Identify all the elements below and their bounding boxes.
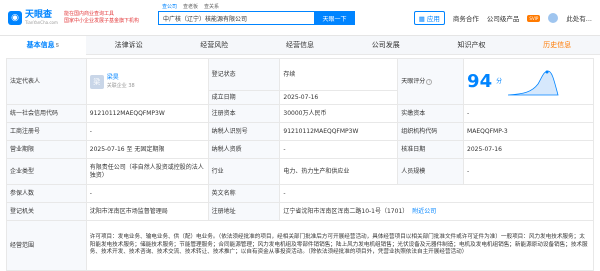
vip-badge[interactable]: SVIP — [527, 14, 541, 22]
nav-company-products[interactable]: 公司级产品 — [487, 13, 520, 23]
slogan-line1: 能在国内商业查询工具 — [64, 10, 115, 17]
tab-development[interactable]: 公司发展 — [343, 36, 429, 55]
search-tab-company[interactable]: 查公司 — [162, 3, 177, 10]
tab-label: 经营风险 — [200, 40, 229, 49]
search-button[interactable]: 天眼一下 — [314, 11, 355, 25]
staff-value: - — [463, 158, 594, 185]
tab-basic-info[interactable]: 基本信息5 — [0, 35, 86, 55]
search-tabs: 查公司 查老板 查关系 — [158, 3, 355, 10]
top-header: ◉ 天眼查 TianYanCha.com 能在国内商业查询工具 国家中小企业发展… — [0, 0, 600, 36]
founded-value: 2025-07-16 — [279, 90, 399, 105]
insured-value: - — [85, 184, 209, 203]
section-tabs: 基本信息5 法律诉讼 经营风险 经营信息 公司发展 知识产权 历史信息 — [0, 35, 600, 55]
app-label: 应用 — [426, 15, 440, 23]
tab-label: 法律诉讼 — [114, 40, 143, 49]
score-cell[interactable]: 94 分 — [463, 58, 594, 105]
score-label-cell: 天眼评分? — [397, 58, 465, 105]
score-unit: 分 — [496, 77, 503, 85]
org-code-value: MAEQQFMP-3 — [463, 122, 594, 141]
basic-info-table: 法定代表人 梁 梁昊 关联企业 38 登记状态 存续 天眼评分? 94 分 成立… — [6, 58, 595, 271]
taxpayer-quality-label: 纳税人资质 — [207, 140, 281, 159]
type-label: 企业类型 — [6, 158, 87, 185]
slogan: 能在国内商业查询工具 国家中小企业发展子基金旗下机构 — [64, 11, 152, 25]
legal-rep-avatar[interactable]: 梁 — [89, 74, 104, 89]
tab-operation[interactable]: 经营信息 — [257, 36, 343, 55]
address-cell: 辽宁省沈阳市浑南区浑南二路10-1号（1701） 附近公司 — [279, 202, 594, 221]
nearby-link[interactable]: 附近公司 — [412, 208, 436, 215]
search-input[interactable]: 中广核（辽宁）核能源有限公司 — [158, 11, 314, 25]
address-value: 辽宁省沈阳市浑南区浑南二路10-1号（1701） — [283, 207, 409, 215]
tab-label: 基本信息 — [26, 40, 55, 49]
approve-date-label: 核准日期 — [397, 140, 465, 159]
authority-value: 沈阳市浑南区市场监督管理局 — [85, 202, 209, 221]
taxpayer-id-label: 纳税人识别号 — [207, 122, 281, 141]
search-tab-boss[interactable]: 查老板 — [183, 3, 198, 10]
address-label: 注册地址 — [207, 202, 281, 221]
biz-reg-no-label: 工商注册号 — [6, 122, 87, 141]
english-name-value: - — [279, 184, 594, 203]
tab-legal[interactable]: 法律诉讼 — [86, 36, 172, 55]
tab-risk[interactable]: 经营风险 — [171, 36, 257, 55]
legal-rep-meta[interactable]: 关联企业 38 — [107, 82, 135, 90]
scope-value: 许可项目：发电业务、输电业务、供（配）电业务。（依法须经批准的项目，经相关部门批… — [85, 220, 595, 271]
english-name-label: 英文名称 — [207, 184, 281, 203]
credit-code-label: 统一社会信用代码 — [6, 104, 87, 123]
reg-capital-value: 30000万人民币 — [279, 104, 399, 123]
tab-label: 知识产权 — [457, 40, 486, 49]
biz-reg-no-value: - — [85, 122, 209, 141]
reg-capital-label: 注册资本 — [207, 104, 281, 123]
search-tab-relation[interactable]: 查关系 — [204, 3, 219, 10]
paid-capital-value: - — [463, 104, 594, 123]
logo[interactable]: ◉ 天眼查 TianYanCha.com — [8, 10, 60, 25]
search-area: 查公司 查老板 查关系 中广核（辽宁）核能源有限公司 天眼一下 — [158, 3, 355, 25]
tab-history[interactable]: 历史信息 — [514, 36, 600, 55]
tab-count: 5 — [55, 42, 60, 49]
user-avatar[interactable] — [548, 13, 559, 23]
industry-label: 行业 — [207, 158, 281, 185]
eye-logo-icon: ◉ — [8, 10, 22, 25]
reg-status-label: 登记状态 — [207, 58, 281, 91]
legal-rep-label: 法定代表人 — [6, 58, 87, 105]
paid-capital-label: 实缴资本 — [397, 104, 465, 123]
legal-rep-cell: 梁 梁昊 关联企业 38 — [85, 58, 209, 105]
org-code-label: 组织机构代码 — [397, 122, 465, 141]
score-label: 天眼评分 — [401, 77, 426, 85]
tab-ip[interactable]: 知识产权 — [429, 36, 515, 55]
score-value: 94 — [467, 70, 493, 92]
app-button[interactable]: ▦ 应用 — [413, 11, 445, 25]
tab-label: 经营信息 — [286, 40, 315, 49]
reg-status-value: 存续 — [279, 58, 399, 91]
help-icon[interactable]: ? — [426, 78, 433, 85]
type-value: 有限责任公司（非自然人投资或控股的法人独资） — [85, 158, 209, 185]
term-value: 2025-07-16 至 无固定期限 — [85, 140, 209, 159]
staff-label: 人员规模 — [397, 158, 465, 185]
right-nav: ▦ 应用 商务合作 公司级产品 SVIP 此处有... — [413, 11, 592, 25]
legal-rep-name[interactable]: 梁昊 — [107, 74, 135, 82]
tab-label: 历史信息 — [543, 40, 572, 49]
slogan-line2: 国家中小企业发展子基金旗下机构 — [64, 17, 140, 24]
scope-label: 经营范围 — [6, 220, 87, 271]
term-label: 营业期限 — [6, 140, 87, 159]
founded-label: 成立日期 — [207, 90, 281, 105]
authority-label: 登记机关 — [6, 202, 87, 221]
nav-business[interactable]: 商务合作 — [453, 13, 479, 23]
taxpayer-id-value: 91210112MAEQQFMP3W — [279, 122, 399, 141]
approve-date-value: 2025-07-16 — [463, 140, 594, 159]
insured-label: 参保人数 — [6, 184, 87, 203]
logo-sub: TianYanCha.com — [25, 20, 58, 25]
tab-label: 公司发展 — [371, 40, 400, 49]
credit-code-value: 91210112MAEQQFMP3W — [85, 104, 209, 123]
score-curve-icon — [508, 70, 559, 95]
logo-name: 天眼查 — [25, 10, 53, 20]
taxpayer-quality-value: - — [279, 140, 399, 159]
industry-value: 电力、热力生产和供应业 — [279, 158, 399, 185]
user-name[interactable]: 此处有... — [566, 13, 592, 23]
